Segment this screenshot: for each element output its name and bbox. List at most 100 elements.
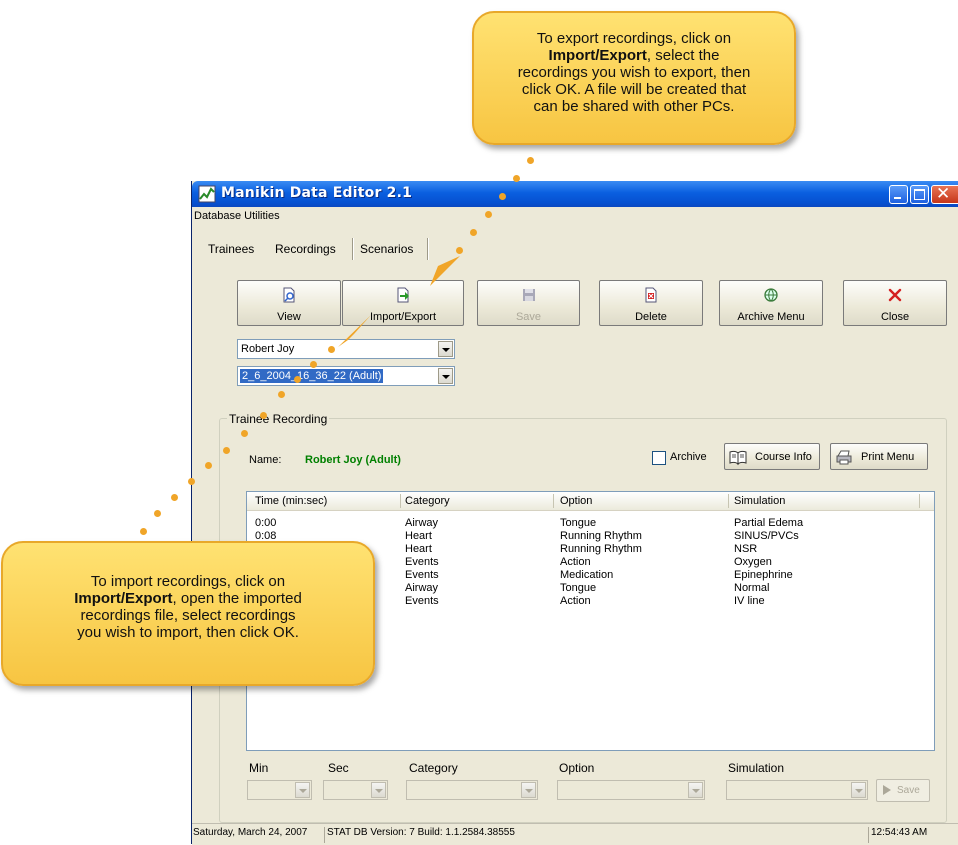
cell-simulation: NSR — [734, 543, 758, 555]
delete-button[interactable]: Delete — [599, 280, 703, 326]
floppy-disk-icon — [522, 289, 535, 301]
chevron-down-icon[interactable] — [371, 782, 386, 798]
option-filter-label: Option — [559, 761, 595, 775]
recording-select-value: 2_6_2004_16_36_22 (Adult) — [240, 369, 384, 383]
cell-option: Tongue — [560, 582, 597, 594]
open-book-icon — [729, 450, 747, 466]
column-divider[interactable] — [400, 494, 401, 508]
cell-category: Events — [405, 556, 439, 568]
archive-globe-icon — [764, 288, 778, 302]
title-bar[interactable]: Manikin Data Editor 2.1 ✕ — [192, 181, 958, 207]
export-callout-line3: recordings you wish to export, then — [517, 64, 751, 81]
cell-category: Heart — [405, 543, 432, 555]
arrow-head-icon — [430, 256, 460, 286]
chevron-down-icon[interactable] — [521, 782, 536, 798]
chevron-down-icon[interactable] — [295, 782, 310, 798]
column-divider[interactable] — [919, 494, 920, 508]
name-value: Robert Joy (Adult) — [305, 454, 401, 466]
category-select[interactable] — [406, 780, 538, 800]
close-icon: ✕ — [936, 184, 951, 203]
category-filter-label: Category — [409, 761, 458, 775]
name-label: Name: — [249, 454, 282, 466]
simulation-filter-label: Simulation — [728, 761, 785, 775]
tab-recordings[interactable]: Recordings — [275, 242, 336, 256]
list-header: Time (min:sec) Category Option Simulatio… — [247, 492, 934, 511]
menu-bar: Database Utilities — [192, 207, 958, 225]
option-select[interactable] — [557, 780, 705, 800]
print-menu-button[interactable]: Print Menu — [830, 443, 928, 470]
export-callout-line1: To export recordings, click on — [536, 30, 732, 47]
tab-divider — [427, 238, 429, 260]
recording-select[interactable]: 2_6_2004_16_36_22 (Adult) — [237, 366, 455, 386]
close-label: Close — [880, 311, 910, 323]
archive-checkbox[interactable] — [652, 451, 666, 465]
cell-category: Airway — [405, 582, 439, 594]
column-header-category[interactable]: Category — [405, 495, 450, 507]
tab-divider — [352, 238, 354, 260]
close-icon — [888, 288, 902, 302]
column-header-time[interactable]: Time (min:sec) — [255, 495, 327, 507]
tab-scenarios[interactable]: Scenarios — [360, 242, 413, 256]
column-divider[interactable] — [728, 494, 729, 508]
cell-category: Events — [405, 569, 439, 581]
status-version: STAT DB Version: 7 Build: 1.1.2584.38555 — [324, 827, 515, 843]
status-time: 12:54:43 AM — [868, 827, 927, 843]
minimize-button[interactable] — [889, 185, 908, 204]
cell-category: Airway — [405, 517, 439, 529]
min-select[interactable] — [247, 780, 312, 800]
cell-category: Events — [405, 595, 439, 607]
window-title: Manikin Data Editor 2.1 — [221, 185, 413, 201]
sec-select[interactable] — [323, 780, 388, 800]
simulation-select[interactable] — [726, 780, 868, 800]
export-callout-bold: Import/Export — [548, 47, 647, 64]
main-window: Manikin Data Editor 2.1 ✕ Database Utili… — [191, 181, 958, 845]
cell-simulation: SINUS/PVCs — [734, 530, 799, 542]
cell-simulation: Normal — [734, 582, 770, 594]
chevron-down-icon[interactable] — [688, 782, 703, 798]
cell-option: Running Rhythm — [560, 543, 642, 555]
chevron-down-icon[interactable] — [438, 368, 453, 384]
cell-option: Running Rhythm — [560, 530, 642, 542]
import-callout-line2: Import/Export, open the imported — [3, 590, 373, 607]
table-row[interactable]: 0:00 Airway Tongue Partial Edema — [247, 517, 934, 530]
cell-option: Action — [560, 556, 591, 568]
course-info-button[interactable]: Course Info — [724, 443, 820, 470]
chevron-down-icon[interactable] — [438, 341, 453, 357]
cell-option: Tongue — [560, 517, 597, 529]
chart-app-icon — [198, 185, 216, 203]
column-header-simulation[interactable]: Simulation — [734, 495, 785, 507]
archive-menu-button[interactable]: Archive Menu — [719, 280, 823, 326]
document-view-icon — [283, 287, 295, 303]
cell-option: Medication — [560, 569, 614, 581]
column-divider[interactable] — [553, 494, 554, 508]
column-header-option[interactable]: Option — [560, 495, 592, 507]
export-callout: To export recordings, click on Import/Ex… — [472, 11, 796, 145]
close-window-button[interactable]: ✕ — [931, 184, 958, 204]
delete-document-icon — [645, 287, 657, 303]
export-callout-line4: click OK. A file will be created that — [521, 81, 747, 98]
view-label: View — [277, 311, 301, 323]
import-export-icon — [397, 287, 409, 303]
course-info-label: Course Info — [755, 451, 812, 463]
close-button[interactable]: Close — [843, 280, 947, 326]
export-callout-line2-text: , select the — [646, 47, 720, 64]
chevron-down-icon[interactable] — [851, 782, 866, 798]
cell-simulation: IV line — [734, 595, 765, 607]
filter-save-button[interactable]: Save — [876, 779, 930, 802]
status-date: Saturday, March 24, 2007 — [193, 827, 308, 838]
maximize-button[interactable] — [910, 185, 929, 204]
cell-option: Action — [560, 595, 591, 607]
export-callout-line2: Import/Export, select the — [474, 47, 794, 64]
sec-label: Sec — [328, 761, 349, 775]
view-button[interactable]: View — [237, 280, 341, 326]
import-callout-line1: To import recordings, click on — [90, 573, 286, 590]
menu-database-utilities[interactable]: Database Utilities — [194, 210, 280, 222]
tab-trainees[interactable]: Trainees — [208, 242, 254, 256]
import-callout-bold: Import/Export — [74, 590, 173, 607]
export-callout-line5: can be shared with other PCs. — [533, 98, 735, 115]
archive-checkbox-label: Archive — [670, 451, 707, 463]
cell-simulation: Partial Edema — [734, 517, 804, 529]
save-button[interactable]: Save — [477, 280, 580, 326]
save-label: Save — [515, 311, 542, 323]
import-callout-line3: recordings file, select recordings — [80, 607, 296, 624]
